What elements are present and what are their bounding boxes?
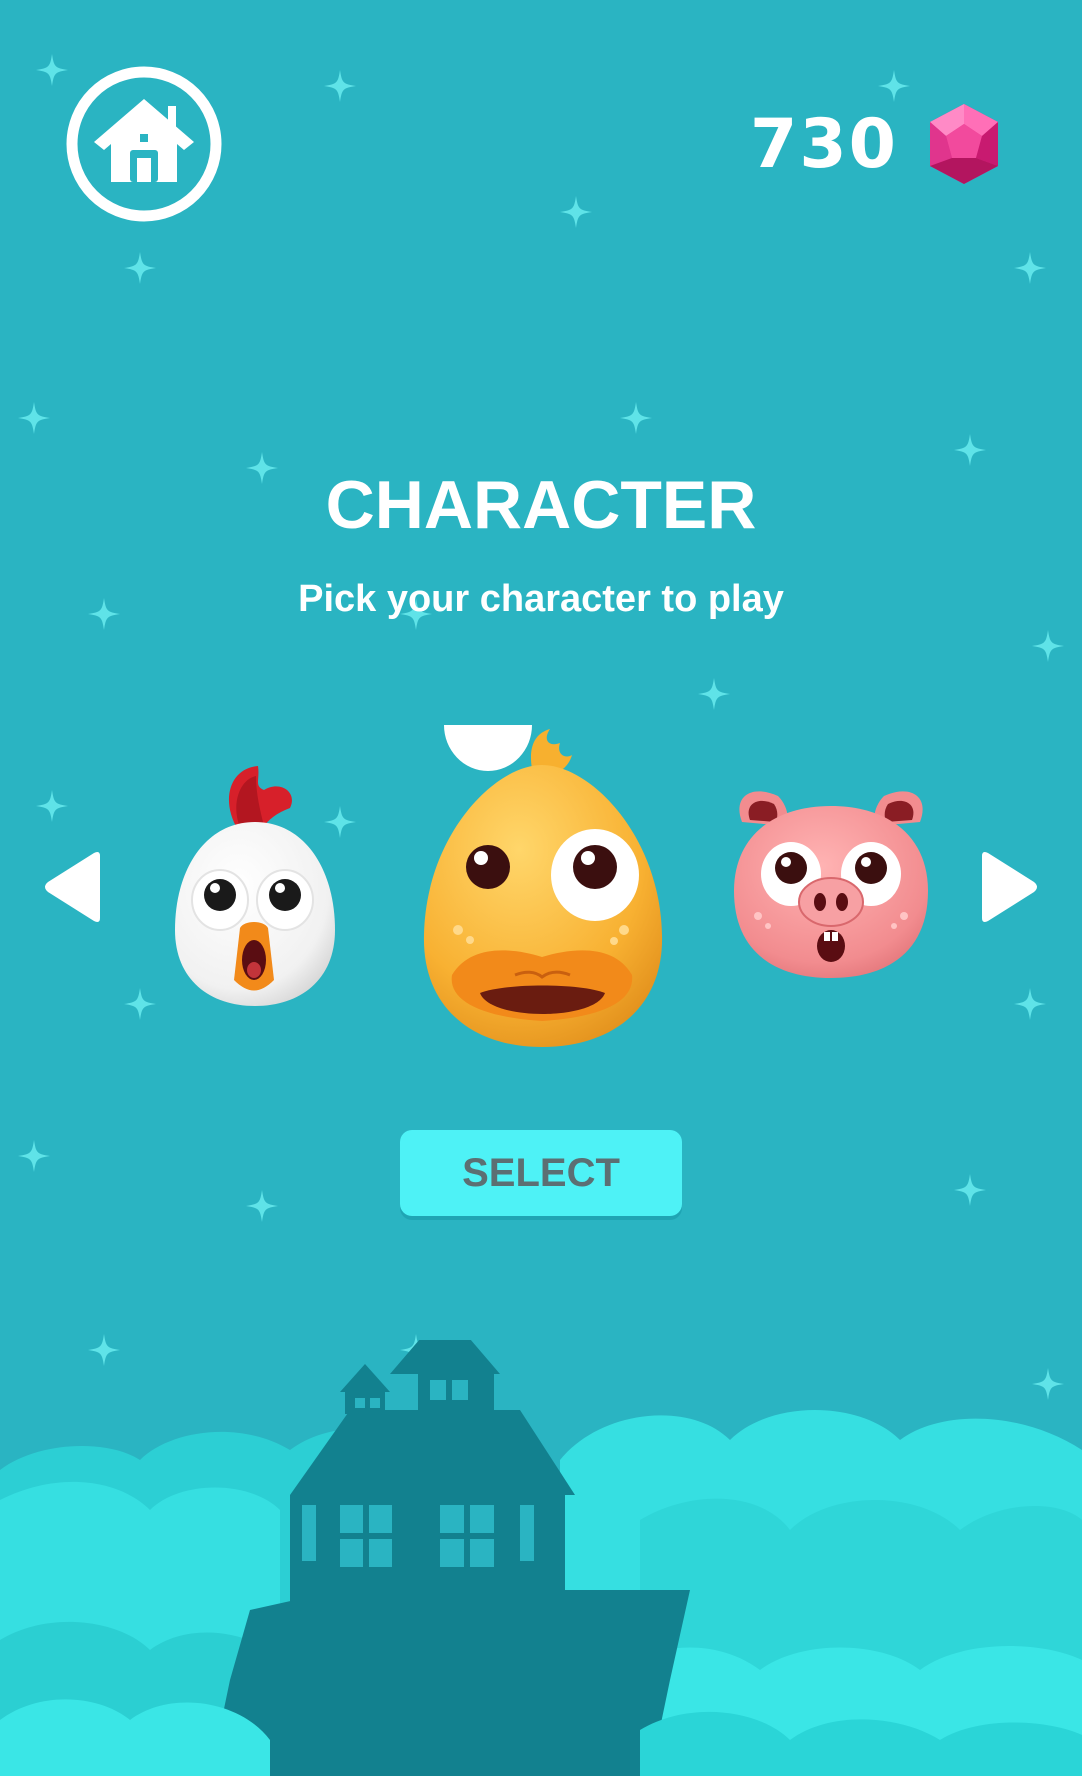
page-subtitle: Pick your character to play [298, 578, 784, 620]
haunted-house-scenery [0, 1340, 1082, 1776]
home-button[interactable] [64, 64, 224, 224]
character-duck[interactable] [410, 725, 675, 1050]
page-title: CHARACTER [325, 467, 757, 543]
game-screen: 730 CHARACTER Pick your character to pla… [0, 0, 1082, 1776]
gem-count: 730 [750, 104, 898, 184]
gem-counter: 730 [750, 102, 1002, 186]
next-character-button[interactable] [980, 850, 1040, 924]
gem-icon [926, 102, 1002, 186]
select-button[interactable]: SELECT [400, 1130, 682, 1216]
arrow-left-icon [45, 852, 100, 922]
previous-character-button[interactable] [42, 850, 102, 924]
home-icon [66, 66, 222, 222]
arrow-right-icon [982, 852, 1037, 922]
character-pig[interactable] [728, 786, 934, 986]
character-chicken[interactable] [160, 760, 350, 1010]
